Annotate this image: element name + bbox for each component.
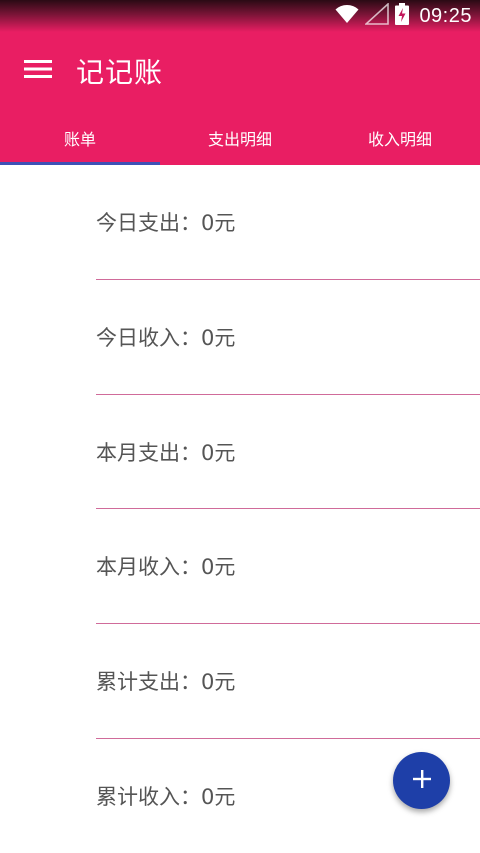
summary-list: 今日支出：0元 今日收入：0元 本月支出：0元 本月收入：0元 累计支出：0元 …	[0, 165, 480, 853]
battery-charging-icon	[395, 3, 410, 29]
app-screen: 09:25 记记账 账单 支出明细 收入明细 今日支出：0元 今日收入：0元 本…	[0, 0, 480, 853]
summary-total-expense: 累计支出：0元	[0, 624, 480, 739]
signal-icon	[364, 2, 390, 29]
tab-expense-details[interactable]: 支出明细	[160, 110, 320, 165]
summary-label: 累计支出：0元	[96, 670, 236, 695]
toolbar: 记记账	[0, 32, 480, 110]
tab-bill[interactable]: 账单	[0, 110, 160, 165]
tab-bar: 账单 支出明细 收入明细	[0, 110, 480, 165]
wifi-icon	[335, 4, 359, 28]
app-title: 记记账	[76, 57, 164, 88]
summary-label: 今日收入：0元	[96, 325, 236, 350]
menu-button[interactable]	[0, 32, 76, 110]
status-bar: 09:25	[0, 0, 480, 32]
summary-label: 本月支出：0元	[96, 440, 236, 465]
summary-today-expense: 今日支出：0元	[0, 165, 480, 280]
plus-icon	[411, 768, 433, 794]
menu-icon	[24, 59, 52, 83]
add-record-button[interactable]	[393, 752, 450, 809]
status-icons: 09:25	[335, 0, 472, 32]
summary-label: 累计收入：0元	[96, 784, 236, 809]
summary-label: 今日支出：0元	[96, 211, 236, 235]
summary-month-income: 本月收入：0元	[0, 509, 480, 625]
tab-income-details[interactable]: 收入明细	[320, 110, 480, 165]
summary-month-expense: 本月支出：0元	[0, 395, 480, 510]
status-time: 09:25	[419, 4, 472, 27]
summary-label: 本月收入：0元	[96, 555, 236, 580]
summary-today-income: 今日收入：0元	[0, 280, 480, 395]
